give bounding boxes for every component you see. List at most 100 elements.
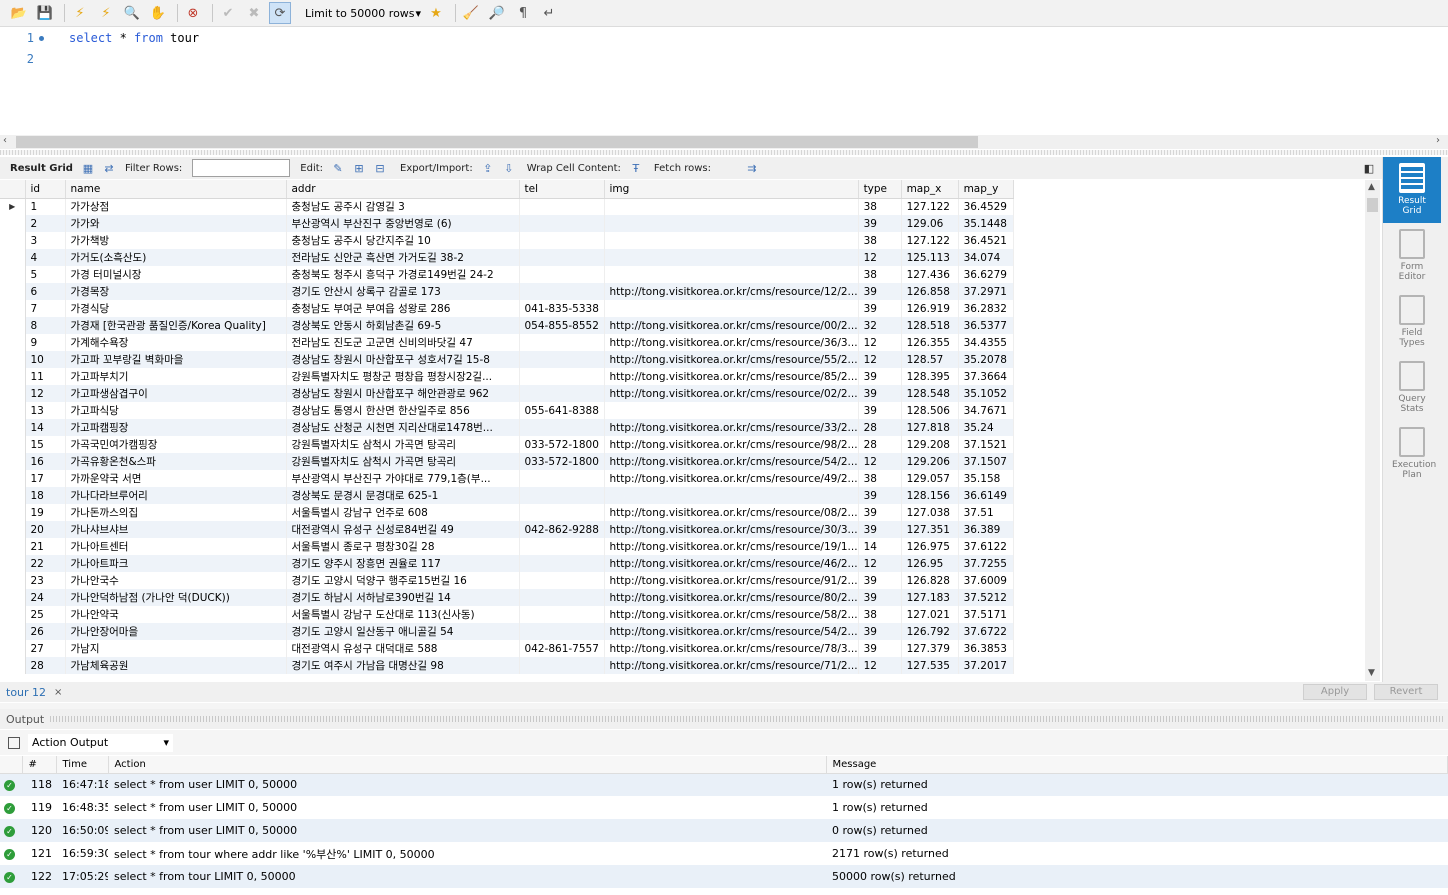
cell-map-y[interactable]: 34.074 <box>958 249 1014 266</box>
cell-id[interactable]: 14 <box>25 419 66 436</box>
cell-map-x[interactable]: 126.792 <box>901 623 959 640</box>
side-button-result-grid[interactable]: Result Grid <box>1383 157 1441 223</box>
table-row[interactable]: 3 가가책방 충청남도 공주시 당간지주길 10 38 127.122 36.4521 <box>0 232 1014 249</box>
cell-addr[interactable]: 충청남도 공주시 감영길 3 <box>286 198 520 215</box>
cell-img[interactable]: http://tong.visitkorea.or.kr/cms/resourc… <box>604 657 859 674</box>
cell-map-y[interactable]: 36.4521 <box>958 232 1014 249</box>
close-icon[interactable]: × <box>54 687 62 698</box>
cell-type[interactable]: 14 <box>858 538 902 555</box>
save-icon[interactable]: 💾 <box>34 2 56 24</box>
cell-id[interactable]: 16 <box>25 453 66 470</box>
cell-addr[interactable]: 충청남도 부여군 부여읍 성왕로 286 <box>286 300 520 317</box>
cell-addr[interactable]: 경기도 안산시 상록구 감골로 173 <box>286 283 520 300</box>
cell-tel[interactable] <box>519 419 605 436</box>
row-header[interactable] <box>0 283 26 300</box>
cell-name[interactable]: 가곡유황온천&스파 <box>65 453 287 470</box>
cell-name[interactable]: 가고파부치기 <box>65 368 287 385</box>
wrap-lines-icon[interactable]: ↵ <box>538 2 560 24</box>
cell-map-x[interactable]: 127.535 <box>901 657 959 674</box>
cell-tel[interactable] <box>519 249 605 266</box>
cell-type[interactable]: 28 <box>858 436 902 453</box>
filter-rows-input[interactable] <box>192 159 291 177</box>
cell-type[interactable]: 38 <box>858 606 902 623</box>
cell-map-x[interactable]: 127.818 <box>901 419 959 436</box>
cell-tel[interactable]: 033-572-1800 <box>519 453 605 470</box>
cell-addr[interactable]: 부산광역시 부산진구 중앙번영로 (6) <box>286 215 520 232</box>
cell-id[interactable]: 22 <box>25 555 66 572</box>
cell-tel[interactable] <box>519 572 605 589</box>
cell-addr[interactable]: 서울특별시 종로구 평창30길 28 <box>286 538 520 555</box>
cell-id[interactable]: 27 <box>25 640 66 657</box>
output-row[interactable]: ✓ 122 17:05:29 select * from tour LIMIT 0, … <box>0 865 1448 888</box>
apply-button[interactable]: Apply <box>1303 684 1367 700</box>
row-header[interactable] <box>0 521 26 538</box>
cell-name[interactable]: 가나아트센터 <box>65 538 287 555</box>
table-row[interactable]: 6 가경목장 경기도 안산시 상록구 감골로 173 http://tong.visi… <box>0 283 1014 300</box>
refresh-icon[interactable]: ⇄ <box>100 160 118 176</box>
cell-addr[interactable]: 경상남도 산청군 시천면 지리산대로1478번... <box>286 419 520 436</box>
cell-map-y[interactable]: 36.2832 <box>958 300 1014 317</box>
cell-addr[interactable]: 경기도 양주시 장흥면 권율로 117 <box>286 555 520 572</box>
cell-addr[interactable]: 경상남도 통영시 한산면 한산일주로 856 <box>286 402 520 419</box>
cell-tel[interactable] <box>519 368 605 385</box>
cell-map-y[interactable]: 35.1052 <box>958 385 1014 402</box>
cell-name[interactable]: 가나안국수 <box>65 572 287 589</box>
cell-addr[interactable]: 경상북도 문경시 문경대로 625-1 <box>286 487 520 504</box>
cell-name[interactable]: 가나아트파크 <box>65 555 287 572</box>
cell-map-x[interactable]: 128.156 <box>901 487 959 504</box>
cell-addr[interactable]: 강원특별자치도 평창군 평창읍 평창시장2길... <box>286 368 520 385</box>
cell-id[interactable]: 9 <box>25 334 66 351</box>
cell-id[interactable]: 25 <box>25 606 66 623</box>
cell-name[interactable]: 가가와 <box>65 215 287 232</box>
autocommit-icon[interactable]: ⟳ <box>269 2 291 24</box>
result-tab[interactable]: tour 12 × <box>0 686 62 699</box>
sql-editor[interactable]: 1 select * from tour 2 <box>0 27 1448 135</box>
cell-map-x[interactable]: 126.975 <box>901 538 959 555</box>
row-header[interactable] <box>0 504 26 521</box>
cell-tel[interactable] <box>519 504 605 521</box>
cell-addr[interactable]: 경기도 고양시 일산동구 애니골길 54 <box>286 623 520 640</box>
cell-img[interactable] <box>604 198 859 215</box>
row-header[interactable] <box>0 538 26 555</box>
revert-button[interactable]: Revert <box>1374 684 1438 700</box>
cell-img[interactable]: http://tong.visitkorea.or.kr/cms/resourc… <box>604 504 859 521</box>
cell-id[interactable]: 2 <box>25 215 66 232</box>
table-row[interactable]: 24 가나안덕하남점 (가나안 덕(DUCK)) 경기도 하남시 서하남로390번길… <box>0 589 1014 606</box>
cell-img[interactable]: http://tong.visitkorea.or.kr/cms/resourc… <box>604 368 859 385</box>
cell-map-y[interactable]: 37.5212 <box>958 589 1014 606</box>
invisible-chars-icon[interactable]: ¶ <box>512 2 534 24</box>
cell-type[interactable]: 39 <box>858 640 902 657</box>
scroll-down-icon[interactable]: ▼ <box>1368 668 1375 678</box>
cell-id[interactable]: 15 <box>25 436 66 453</box>
cell-map-y[interactable]: 36.6279 <box>958 266 1014 283</box>
table-row[interactable]: 13 가고파식당 경상남도 통영시 한산면 한산일주로 856 055-641-838… <box>0 402 1014 419</box>
cell-addr[interactable]: 경기도 여주시 가남읍 대명산길 98 <box>286 657 520 674</box>
cell-id[interactable]: 10 <box>25 351 66 368</box>
cell-id[interactable]: 18 <box>25 487 66 504</box>
cell-img[interactable]: http://tong.visitkorea.or.kr/cms/resourc… <box>604 572 859 589</box>
cell-id[interactable]: 21 <box>25 538 66 555</box>
cell-tel[interactable] <box>519 232 605 249</box>
cell-type[interactable]: 38 <box>858 266 902 283</box>
row-header[interactable] <box>0 453 26 470</box>
cell-map-y[interactable]: 37.6122 <box>958 538 1014 555</box>
cell-type[interactable]: 39 <box>858 368 902 385</box>
cell-img[interactable]: http://tong.visitkorea.or.kr/cms/resourc… <box>604 640 859 657</box>
scroll-up-icon[interactable]: ▲ <box>1368 182 1375 192</box>
column-header-img[interactable]: img <box>604 180 859 199</box>
cell-addr[interactable]: 충청남도 공주시 당간지주길 10 <box>286 232 520 249</box>
cell-name[interactable]: 가곡국민여가캠핑장 <box>65 436 287 453</box>
output-row[interactable]: ✓ 119 16:48:35 select * from user LIMIT 0, … <box>0 796 1448 819</box>
cell-map-x[interactable]: 126.828 <box>901 572 959 589</box>
table-row[interactable]: 22 가나아트파크 경기도 양주시 장흥면 권율로 117 http://tong.v… <box>0 555 1014 572</box>
row-header[interactable] <box>0 249 26 266</box>
cell-tel[interactable]: 054-855-8552 <box>519 317 605 334</box>
cell-name[interactable]: 가남체육공원 <box>65 657 287 674</box>
cell-name[interactable]: 가나안장어마을 <box>65 623 287 640</box>
cell-img[interactable] <box>604 215 859 232</box>
cell-tel[interactable] <box>519 487 605 504</box>
cell-map-x[interactable]: 127.038 <box>901 504 959 521</box>
row-header[interactable] <box>0 436 26 453</box>
cell-img[interactable]: http://tong.visitkorea.or.kr/cms/resourc… <box>604 589 859 606</box>
cell-id[interactable]: 5 <box>25 266 66 283</box>
